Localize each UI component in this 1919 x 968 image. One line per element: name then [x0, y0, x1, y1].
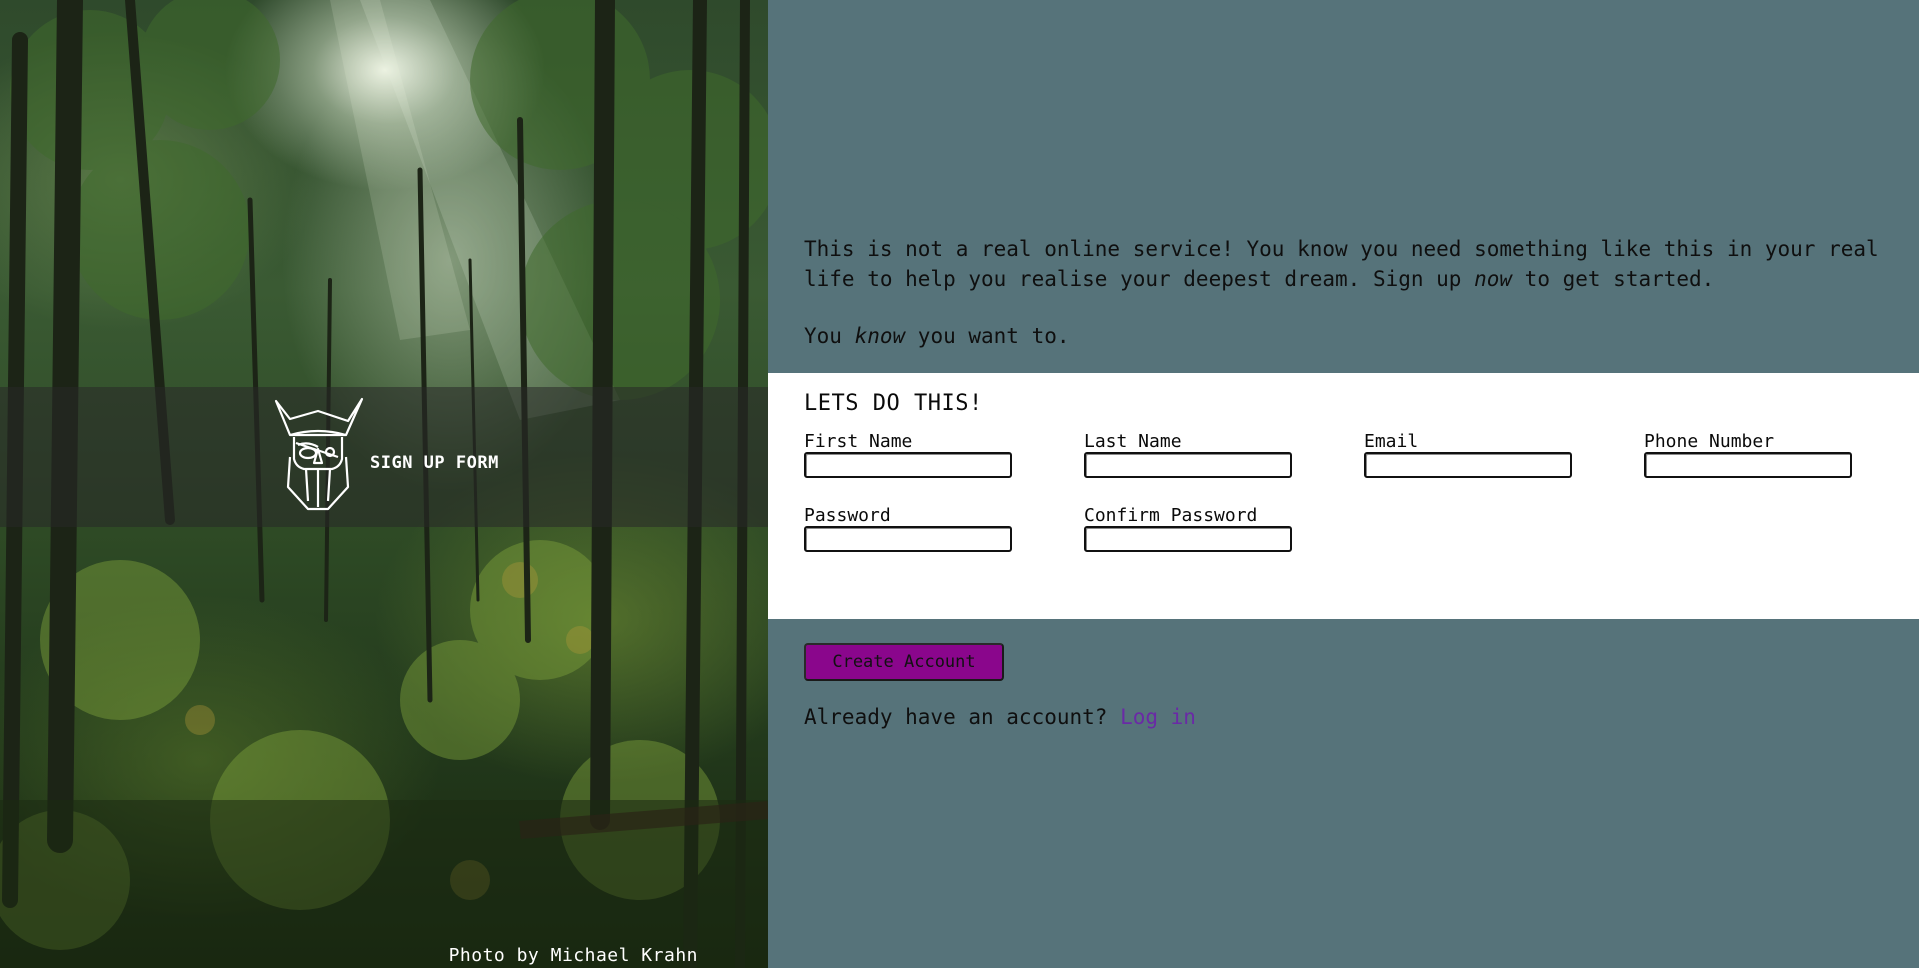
last-name-input[interactable]	[1084, 452, 1292, 478]
email-label: Email	[1364, 431, 1419, 452]
form-fields: First Name Last Name Email Phone Number …	[804, 432, 1883, 552]
intro-text-part: you want to.	[905, 324, 1070, 348]
login-prompt-text: Already have an account?	[804, 705, 1121, 729]
phone-number-label: Phone Number	[1644, 431, 1775, 452]
intro-paragraph-2: You know you want to.	[804, 321, 1884, 351]
hero-photo-panel: SIGN UP FORM Photo by Michael Krahn	[0, 0, 768, 968]
login-link[interactable]: Log in	[1120, 705, 1196, 729]
first-name-input[interactable]	[804, 452, 1012, 478]
email-input[interactable]	[1364, 452, 1572, 478]
intro-text: This is not a real online service! You k…	[804, 234, 1884, 351]
last-name-label: Last Name	[1084, 431, 1182, 452]
signup-form: LETS DO THIS! First Name Last Name Email…	[768, 373, 1919, 619]
phone-number-input[interactable]	[1644, 452, 1852, 478]
signup-content: This is not a real online service! You k…	[768, 0, 1919, 968]
confirm-password-field: Confirm Password	[1084, 506, 1364, 552]
form-heading: LETS DO THIS!	[804, 391, 983, 416]
create-account-button[interactable]: Create Account	[804, 643, 1004, 681]
password-label: Password	[804, 505, 891, 526]
intro-text-part: This is not a real online service! You k…	[804, 237, 1879, 291]
brand: SIGN UP FORM	[268, 397, 499, 521]
confirm-password-label: Confirm Password	[1084, 505, 1258, 526]
odin-viking-helmet-icon	[268, 397, 368, 521]
form-actions: Create Account Already have an account? …	[804, 643, 1196, 729]
password-input[interactable]	[804, 526, 1012, 552]
photo-credit-prefix: Photo by	[448, 945, 551, 966]
email-field: Email	[1364, 432, 1644, 478]
first-name-field: First Name	[804, 432, 1084, 478]
login-prompt: Already have an account? Log in	[804, 705, 1196, 729]
password-field: Password	[804, 506, 1084, 552]
first-name-label: First Name	[804, 431, 913, 452]
intro-paragraph-1: This is not a real online service! You k…	[804, 234, 1884, 294]
photo-credit-author-link[interactable]: Michael Krahn	[551, 945, 698, 966]
last-name-field: Last Name	[1084, 432, 1364, 478]
brand-title: SIGN UP FORM	[370, 453, 499, 473]
confirm-password-input[interactable]	[1084, 526, 1292, 552]
phone-number-field: Phone Number	[1644, 432, 1919, 478]
photo-credit: Photo by Michael Krahn	[449, 945, 698, 966]
intro-text-part: to get started.	[1512, 267, 1715, 291]
intro-emphasis: now	[1474, 267, 1513, 291]
intro-text-part: You	[804, 324, 855, 348]
intro-emphasis: know	[854, 324, 906, 348]
